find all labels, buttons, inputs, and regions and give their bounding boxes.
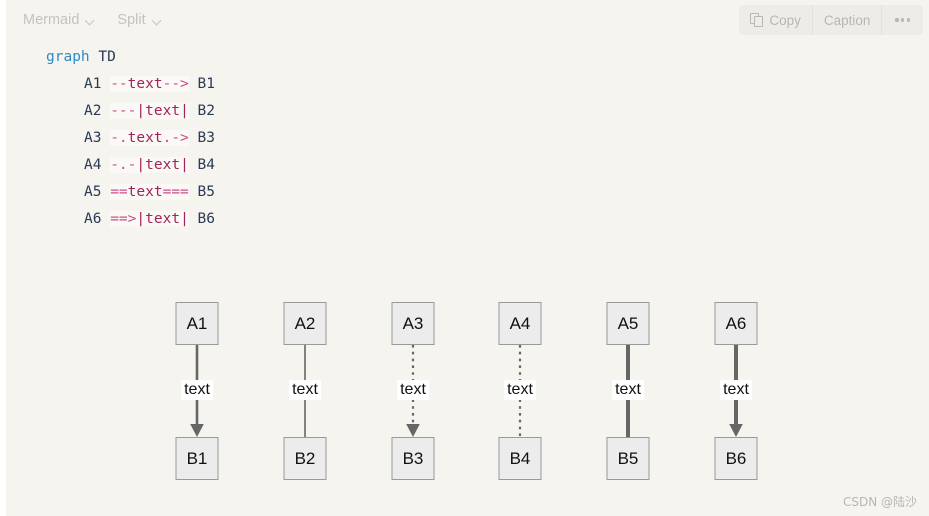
code-line: A2 ---|text| B2 xyxy=(6,98,929,125)
language-dropdown-label: Mermaid xyxy=(23,12,80,28)
diagram-column: A1 text B1 xyxy=(152,232,242,492)
diagram-node-a3[interactable]: A3 xyxy=(391,302,435,345)
code-token-pipe: | xyxy=(180,157,189,173)
code-token-nid: A2 xyxy=(84,103,102,119)
code-line: A1 --text--> B1 xyxy=(6,71,929,98)
code-line: A6 ==>|text| B6 xyxy=(6,206,929,233)
code-token-op: -.- xyxy=(110,157,137,173)
language-dropdown-mermaid[interactable]: Mermaid xyxy=(14,8,104,32)
code-token-nid: A5 xyxy=(84,184,102,200)
code-token-nid: B2 xyxy=(197,103,215,119)
diagram-column: A4 text B4 xyxy=(475,232,565,492)
diagram-edge-label: text xyxy=(504,380,536,400)
code-token-op: == xyxy=(110,184,128,200)
diagram-edge-label: text xyxy=(612,380,644,400)
diagram-node-a4[interactable]: A4 xyxy=(498,302,542,345)
more-options-button[interactable] xyxy=(882,5,923,35)
diagram-column: A3 text B3 xyxy=(368,232,458,492)
toolbar-left-group: Mermaid Split xyxy=(14,0,171,40)
code-token-nid: A6 xyxy=(84,211,102,227)
code-token-op: .-> xyxy=(162,130,189,146)
code-token-nid: B1 xyxy=(197,76,215,92)
code-token-nid: A1 xyxy=(84,76,102,92)
code-token-nid: B3 xyxy=(197,130,215,146)
diagram-edge-label: text xyxy=(720,380,752,400)
diagram-node-b4[interactable]: B4 xyxy=(498,437,542,480)
code-token-pipe: | xyxy=(136,157,146,173)
code-line: A3 -.text.-> B3 xyxy=(6,125,929,152)
copy-button-label: Copy xyxy=(769,12,801,28)
diagram-column: A6 text B6 xyxy=(691,232,781,492)
view-mode-dropdown-split[interactable]: Split xyxy=(108,8,170,32)
ellipsis-icon xyxy=(893,18,912,22)
mermaid-preview-window: Mermaid Split Copy Caption graph TD A1 -… xyxy=(0,0,929,516)
code-token-lbl: text xyxy=(145,211,181,227)
code-token-pipe: | xyxy=(136,211,146,227)
code-line: A4 -.-|text| B4 xyxy=(6,152,929,179)
code-token-dir: TD xyxy=(98,49,116,65)
code-token-op: -- xyxy=(110,76,128,92)
code-token-lbl: text xyxy=(127,76,163,92)
code-token-lbl: text xyxy=(145,157,181,173)
code-token-lbl: text xyxy=(145,103,181,119)
diagram-node-a5[interactable]: A5 xyxy=(606,302,650,345)
mermaid-diagram: A1 text B1 A2 text B2 A3 text B3 A4 text B4 A5 text B5… xyxy=(6,232,929,516)
watermark: CSDN @陆沙 xyxy=(842,495,917,509)
code-token-nid: B5 xyxy=(197,184,215,200)
code-token-pipe: | xyxy=(180,211,189,227)
diagram-edge-label: text xyxy=(397,380,429,400)
code-token-kw: graph xyxy=(46,49,90,65)
copy-icon xyxy=(750,13,764,27)
diagram-node-b3[interactable]: B3 xyxy=(391,437,435,480)
caption-button[interactable]: Caption xyxy=(813,5,883,35)
copy-button[interactable]: Copy xyxy=(739,5,813,35)
content-panel: Mermaid Split Copy Caption graph TD A1 -… xyxy=(6,0,929,516)
code-token-nid: A4 xyxy=(84,157,102,173)
code-token-op: --> xyxy=(162,76,189,92)
code-token-nid: A3 xyxy=(84,130,102,146)
code-line: graph TD xyxy=(6,44,929,71)
code-token-nid: B6 xyxy=(197,211,215,227)
code-line: A5 ==text=== B5 xyxy=(6,179,929,206)
chevron-down-icon xyxy=(153,16,162,25)
diagram-column: A2 text B2 xyxy=(260,232,350,492)
diagram-node-a6[interactable]: A6 xyxy=(714,302,758,345)
code-token-nid: B4 xyxy=(197,157,215,173)
diagram-node-b2[interactable]: B2 xyxy=(283,437,327,480)
view-mode-dropdown-label: Split xyxy=(117,12,146,28)
toolbar: Mermaid Split Copy Caption xyxy=(6,0,929,40)
code-token-op: --- xyxy=(110,103,137,119)
code-token-op: ==> xyxy=(110,211,137,227)
code-block[interactable]: graph TD A1 --text--> B1 A2 ---|text| B2 A3… xyxy=(6,40,929,233)
diagram-node-a1[interactable]: A1 xyxy=(175,302,219,345)
diagram-node-a2[interactable]: A2 xyxy=(283,302,327,345)
diagram-node-b1[interactable]: B1 xyxy=(175,437,219,480)
code-token-op: -. xyxy=(110,130,128,146)
diagram-edge-label: text xyxy=(289,380,321,400)
diagram-edge-label: text xyxy=(181,380,213,400)
code-token-lbl: text xyxy=(127,184,163,200)
code-token-lbl: text xyxy=(127,130,163,146)
code-token-op: === xyxy=(162,184,189,200)
diagram-node-b6[interactable]: B6 xyxy=(714,437,758,480)
chevron-down-icon xyxy=(86,16,95,25)
toolbar-right-group: Copy Caption xyxy=(739,5,923,35)
diagram-column: A5 text B5 xyxy=(583,232,673,492)
caption-button-label: Caption xyxy=(823,12,871,28)
code-token-pipe: | xyxy=(180,103,189,119)
diagram-node-b5[interactable]: B5 xyxy=(606,437,650,480)
code-token-pipe: | xyxy=(136,103,146,119)
